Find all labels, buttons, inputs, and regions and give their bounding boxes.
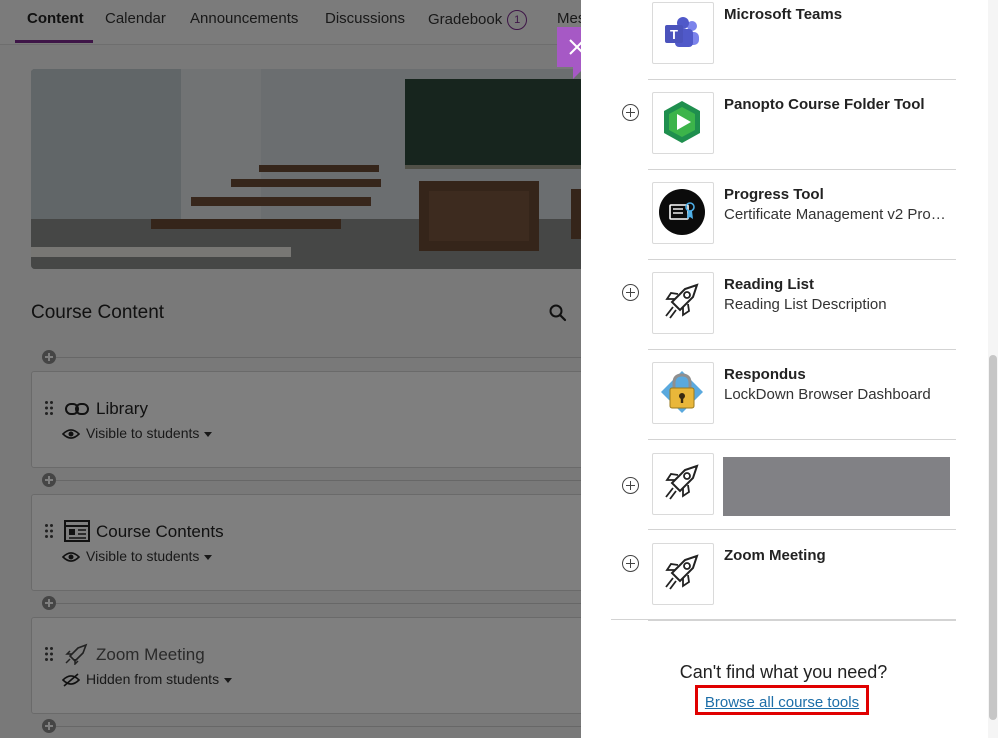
zoom-meeting-logo [652, 543, 714, 605]
tool-name[interactable]: Reading List [724, 276, 814, 293]
course-tools-panel: T Microsoft Teams Panopto Course Folder … [581, 0, 998, 738]
panopto-logo [652, 92, 714, 154]
panel-scrollbar-thumb[interactable] [989, 355, 997, 720]
tool-logo [652, 453, 714, 515]
tool-row-panopto[interactable]: Panopto Course Folder Tool [622, 79, 956, 170]
progress-tool-logo [652, 182, 714, 244]
tool-row-progress-tool[interactable]: Progress Tool Certificate Management v2 … [648, 169, 956, 260]
browse-all-course-tools-link[interactable]: Browse all course tools [698, 694, 866, 711]
browse-link-highlight: Browse all course tools [695, 685, 869, 715]
tool-row-redacted[interactable] [622, 439, 956, 530]
padlock-icon [661, 371, 703, 413]
tool-row-zoom-meeting[interactable]: Zoom Meeting [622, 530, 956, 621]
rocket-icon [665, 464, 699, 500]
add-tool-button[interactable] [622, 104, 639, 121]
rocket-icon [665, 554, 699, 590]
svg-text:T: T [670, 27, 678, 42]
add-tool-button[interactable] [622, 477, 639, 494]
panopto-icon [664, 101, 700, 143]
tool-description: Reading List Description [724, 296, 887, 313]
tool-description: LockDown Browser Dashboard [724, 386, 931, 403]
tool-name[interactable]: Microsoft Teams [724, 6, 842, 23]
modal-backdrop[interactable] [0, 0, 581, 738]
tool-description: Certificate Management v2 Progr... [724, 206, 952, 223]
tool-name[interactable]: Respondus [724, 366, 806, 383]
reading-list-logo [652, 272, 714, 334]
add-tool-button[interactable] [622, 555, 639, 572]
tool-row-respondus[interactable]: Respondus LockDown Browser Dashboard [648, 349, 956, 440]
cant-find-heading: Can't find what you need? [679, 662, 888, 682]
add-tool-button[interactable] [622, 284, 639, 301]
microsoft-teams-logo: T [652, 2, 714, 64]
redacted-tool-info [723, 457, 950, 516]
tool-list-end-divider [611, 619, 956, 620]
microsoft-teams-icon: T [665, 17, 699, 47]
respondus-logo [652, 362, 714, 424]
rocket-icon [665, 283, 699, 319]
tool-name[interactable]: Progress Tool [724, 186, 824, 203]
certificate-icon [659, 189, 705, 235]
tool-row-reading-list[interactable]: Reading List Reading List Description [622, 259, 956, 350]
tool-name[interactable]: Panopto Course Folder Tool [724, 96, 925, 113]
tool-name[interactable]: Zoom Meeting [724, 547, 826, 564]
tool-row-microsoft-teams[interactable]: T Microsoft Teams [648, 0, 956, 80]
